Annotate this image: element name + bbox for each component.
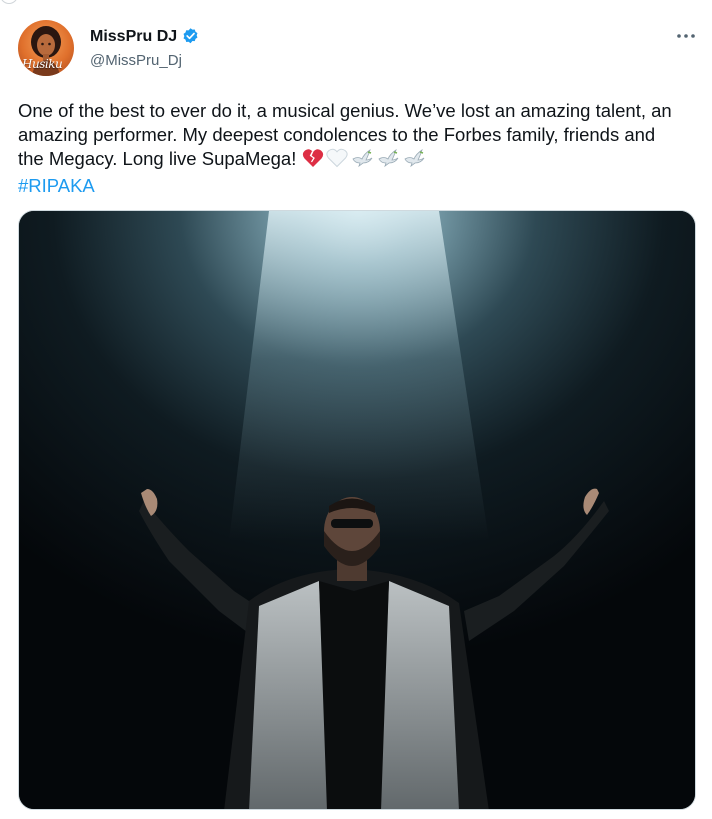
broken-heart-icon [302,148,324,174]
dove-icon [402,148,426,174]
more-horizontal-icon [677,34,695,38]
verified-badge-icon[interactable] [181,27,200,46]
tweet-photo[interactable] [18,210,696,810]
tweet-text: One of the best to ever do it, a musical… [18,99,678,198]
author-name-row: MissPru DJ [90,27,200,46]
emoji-row [302,148,428,169]
avatar-caption: Husiku [22,57,63,71]
dove-icon [350,148,374,174]
performer-under-spotlight-image [19,211,695,809]
dove-icon [376,148,400,174]
avatar[interactable]: Husiku [18,20,74,76]
display-name[interactable]: MissPru DJ [90,28,177,46]
white-heart-icon [325,148,348,174]
previous-item-edge [0,0,18,4]
author-handle[interactable]: @MissPru_Dj [90,52,182,69]
hashtag-link[interactable]: #RIPAKA [18,175,95,196]
more-options-button[interactable] [672,26,700,46]
